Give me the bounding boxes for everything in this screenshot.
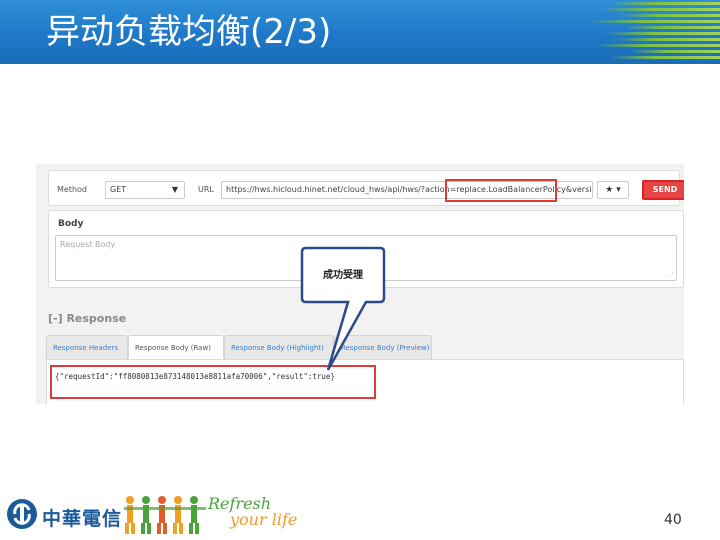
body-title: Body — [58, 219, 84, 229]
company-name: 中華電信 — [42, 508, 123, 530]
page-number: 40 — [664, 512, 682, 528]
url-label: URL — [198, 185, 214, 194]
request-body-placeholder: Request Body — [60, 240, 116, 249]
method-value: GET — [110, 185, 127, 194]
star-icon: ★ ▾ — [605, 185, 621, 195]
tab-response-body-raw[interactable]: Response Body (Raw) — [128, 335, 224, 359]
method-label: Method — [57, 185, 88, 194]
rest-client-screenshot: Method GET ▼ URL https://hws.hicloud.hin… — [36, 164, 684, 404]
method-select[interactable]: GET ▼ — [105, 181, 185, 199]
response-title[interactable]: [-] Response — [48, 312, 126, 325]
url-action-highlight — [445, 179, 557, 202]
callout-text: 成功受理 — [323, 270, 363, 281]
tab-response-body-preview[interactable]: Response Body (Preview) — [334, 335, 432, 359]
decorative-stripes — [580, 0, 720, 64]
chevron-down-icon: ▼ — [171, 185, 178, 194]
request-panel: Method GET ▼ URL https://hws.hicloud.hin… — [48, 170, 684, 206]
cht-logo-icon — [7, 499, 37, 529]
tab-response-headers[interactable]: Response Headers — [46, 335, 128, 359]
response-highlight — [50, 365, 376, 399]
send-button[interactable]: SEND — [642, 180, 684, 200]
title-bar: 异动负载均衡(2/3) — [0, 0, 720, 64]
favorite-dropdown[interactable]: ★ ▾ — [597, 181, 629, 199]
people-logo-icon — [124, 496, 206, 534]
tab-response-body-highlight[interactable]: Response Body (Highlight) — [224, 335, 334, 359]
resize-handle-icon[interactable]: ⋰ — [667, 271, 674, 279]
slogan-your-life: your life — [230, 510, 298, 529]
slide-title: 异动负载均衡(2/3) — [46, 12, 332, 52]
